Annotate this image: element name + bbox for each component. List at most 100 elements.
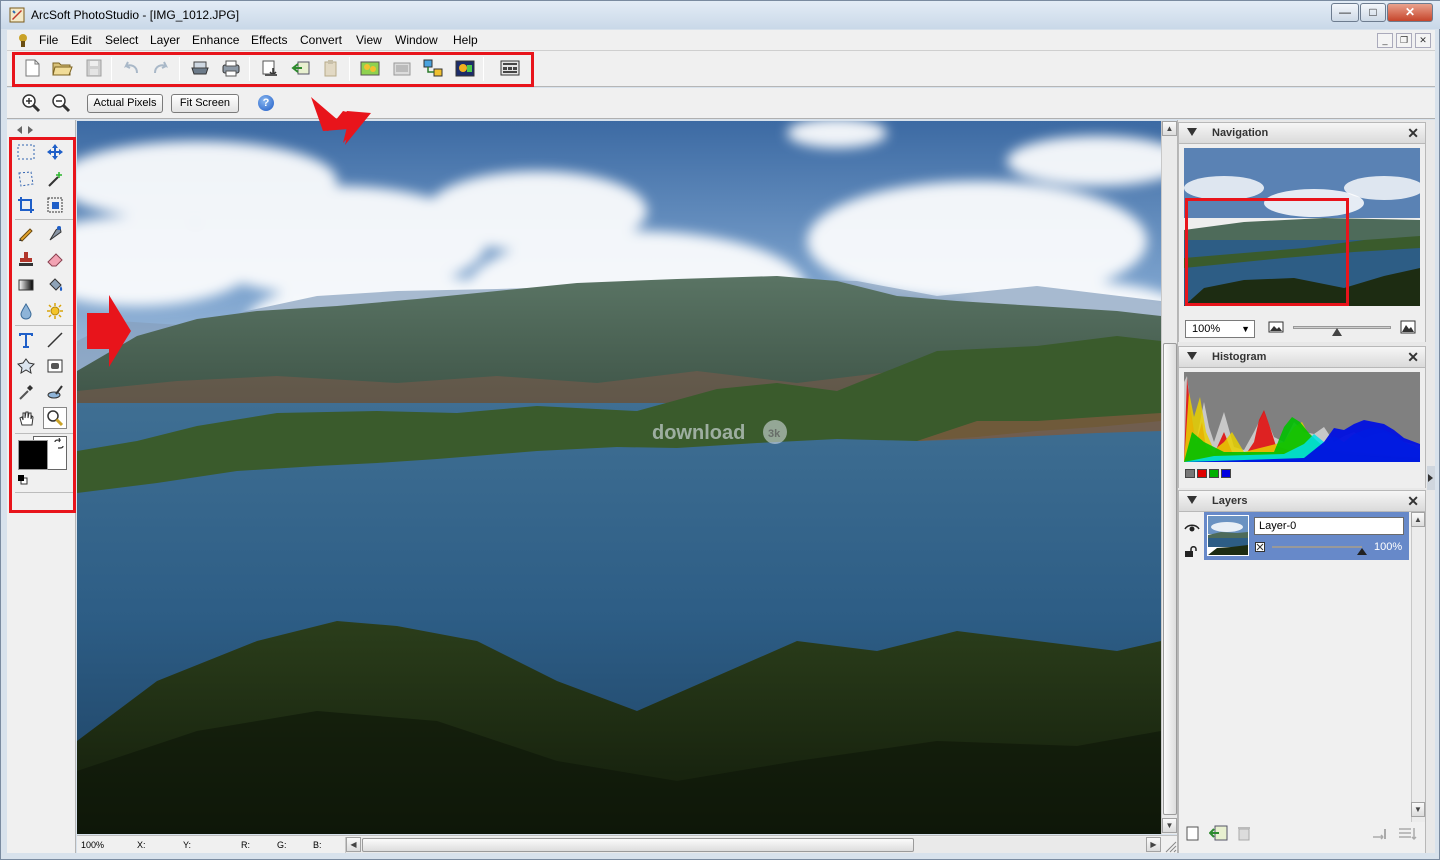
horizontal-scroll-thumb[interactable] [362, 838, 914, 852]
menu-convert[interactable]: Convert [300, 33, 342, 47]
image-canvas[interactable]: download 3k [77, 121, 1161, 834]
channel-blue-button[interactable] [1221, 469, 1231, 478]
status-zoom: 100% [81, 840, 105, 850]
menu-view[interactable]: View [356, 33, 382, 47]
navigation-panel: 100% ▼ [1178, 144, 1426, 342]
watermark-text: download [652, 422, 745, 444]
help-icon[interactable]: ? [258, 95, 274, 111]
menu-layer[interactable]: Layer [150, 33, 180, 47]
channel-red-button[interactable] [1197, 469, 1207, 478]
scroll-right-icon[interactable]: ▶ [1146, 837, 1161, 852]
actual-pixels-button[interactable]: Actual Pixels [87, 94, 163, 113]
toolbox-highlight-box [9, 137, 76, 513]
zoom-out-icon[interactable] [51, 93, 71, 113]
menu-window[interactable]: Window [395, 33, 438, 47]
vertical-scroll-thumb[interactable] [1163, 343, 1177, 815]
landscape-photo: download 3k [77, 121, 1161, 834]
maximize-button[interactable]: □ [1360, 3, 1386, 22]
chevron-down-icon: ▼ [1241, 324, 1250, 334]
app-window: ArcSoft PhotoStudio - [IMG_1012.JPG] — □… [0, 0, 1440, 860]
merge-down-icon[interactable] [1371, 825, 1389, 841]
layer-thumbnail [1207, 515, 1249, 556]
layer-opacity-icon [1255, 542, 1265, 552]
toolbar-highlight-box [12, 52, 534, 87]
scroll-down-icon[interactable]: ▼ [1162, 818, 1177, 833]
histogram-graph [1184, 372, 1420, 462]
status-y: Y: [183, 840, 192, 850]
zoom-out-mountain-icon[interactable] [1268, 321, 1284, 333]
histogram-title: Histogram [1212, 351, 1267, 363]
mdi-restore-button[interactable]: ❐ [1396, 33, 1412, 48]
document-icon[interactable] [15, 32, 31, 48]
scroll-up-icon[interactable]: ▲ [1162, 121, 1177, 136]
flatten-layers-icon[interactable] [1397, 825, 1417, 841]
duplicate-layer-icon[interactable] [1209, 824, 1229, 842]
watermark-badge-text: 3k [768, 428, 781, 440]
close-icon[interactable]: ✕ [1407, 125, 1419, 142]
panel-dock-arrow-icon[interactable] [1427, 466, 1435, 490]
window-title: ArcSoft PhotoStudio - [IMG_1012.JPG] [31, 8, 240, 22]
options-bar: Actual Pixels Fit Screen ? [7, 88, 1435, 119]
layers-panel-header[interactable]: Layers ✕ [1178, 490, 1426, 512]
zoom-select-value: 100% [1192, 323, 1221, 335]
opacity-slider-thumb[interactable] [1357, 548, 1367, 555]
collapse-arrow-icon[interactable] [1187, 496, 1197, 504]
status-bar: 100% X: Y: R: G: B: ◀ ▶ [77, 835, 1177, 853]
new-layer-icon[interactable] [1186, 825, 1200, 841]
status-x: X: [137, 840, 146, 850]
mdi-close-button[interactable]: ✕ [1415, 33, 1431, 48]
red-arrow-down-icon [311, 97, 371, 145]
scroll-up-icon[interactable]: ▲ [1411, 512, 1425, 527]
title-bar: ArcSoft PhotoStudio - [IMG_1012.JPG] — □… [1, 1, 1440, 29]
panel-collapse-icon[interactable] [15, 125, 35, 135]
layer-opacity-value: 100% [1374, 541, 1403, 553]
canvas-vertical-scrollbar[interactable]: ▲ ▼ [1161, 121, 1177, 834]
status-b: B: [313, 840, 322, 850]
menu-file[interactable]: File [39, 33, 58, 47]
histogram-channel-buttons [1185, 469, 1231, 478]
mdi-minimize-button[interactable]: _ [1377, 33, 1393, 48]
close-icon[interactable]: ✕ [1407, 349, 1419, 366]
zoom-select[interactable]: 100% ▼ [1185, 320, 1255, 338]
layers-scrollbar[interactable]: ▲ ▼ [1411, 512, 1425, 822]
zoom-in-mountain-icon[interactable] [1400, 320, 1416, 334]
channel-green-button[interactable] [1209, 469, 1219, 478]
menu-help[interactable]: Help [453, 33, 478, 47]
status-g: G: [277, 840, 287, 850]
navigation-title: Navigation [1212, 127, 1269, 139]
scroll-left-icon[interactable]: ◀ [346, 837, 361, 852]
close-icon[interactable]: ✕ [1407, 493, 1419, 510]
channel-rgb-button[interactable] [1185, 469, 1195, 478]
menu-bar: File Edit Select Layer Enhance Effects C… [7, 30, 1435, 51]
layer-name-field[interactable]: Layer-0 [1254, 517, 1404, 535]
minimize-button[interactable]: — [1331, 3, 1359, 22]
viewport-highlight-box[interactable] [1185, 198, 1349, 306]
eye-icon[interactable] [1184, 524, 1200, 534]
collapse-arrow-icon[interactable] [1187, 128, 1197, 136]
app-logo-icon [9, 7, 25, 23]
layers-panel: Layer-0 100% ▲ ▼ [1178, 512, 1426, 853]
unlock-icon[interactable] [1184, 546, 1198, 558]
layers-title: Layers [1212, 495, 1248, 507]
zoom-slider-thumb[interactable] [1332, 328, 1343, 336]
menu-enhance[interactable]: Enhance [192, 33, 239, 47]
histogram-panel [1178, 368, 1426, 488]
collapse-arrow-icon[interactable] [1187, 352, 1197, 360]
status-r: R: [241, 840, 250, 850]
menu-select[interactable]: Select [105, 33, 138, 47]
right-panel-dock: Navigation ✕ 100% ▼ Histogram ✕ Layers ✕… [1177, 120, 1435, 853]
red-arrow-right-icon [87, 295, 131, 367]
menu-effects[interactable]: Effects [251, 33, 287, 47]
histogram-panel-header[interactable]: Histogram ✕ [1178, 346, 1426, 368]
delete-layer-icon[interactable] [1237, 825, 1251, 841]
opacity-slider-track[interactable] [1272, 546, 1362, 548]
fit-screen-button[interactable]: Fit Screen [171, 94, 239, 113]
zoom-in-icon[interactable] [21, 93, 41, 113]
navigation-panel-header[interactable]: Navigation ✕ [1178, 122, 1426, 144]
canvas-horizontal-scrollbar[interactable]: ◀ ▶ [345, 837, 1161, 853]
scroll-down-icon[interactable]: ▼ [1411, 802, 1425, 817]
close-button[interactable]: ✕ [1387, 3, 1433, 22]
resize-grip-icon[interactable] [1161, 837, 1177, 853]
menu-edit[interactable]: Edit [71, 33, 92, 47]
layer-row[interactable]: Layer-0 100% [1204, 512, 1409, 560]
